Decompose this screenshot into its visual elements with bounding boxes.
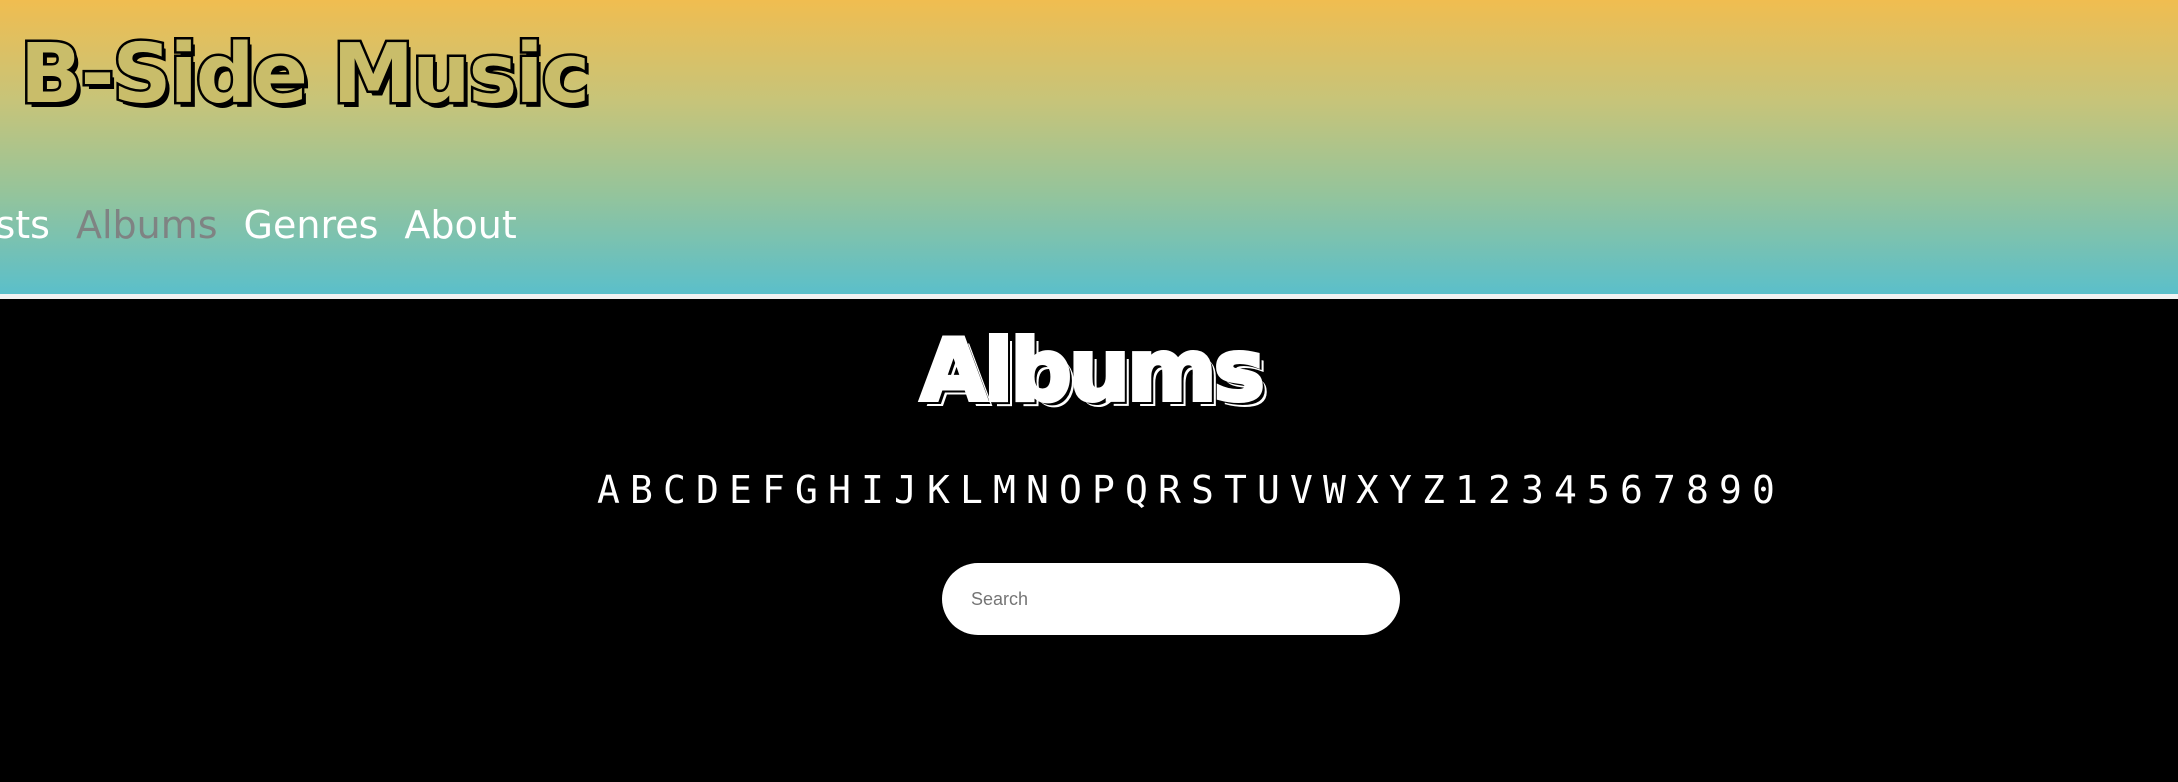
index-letter-q[interactable]: Q [1125, 468, 1148, 514]
index-letter-a[interactable]: A [597, 468, 620, 514]
index-letter-z[interactable]: Z [1422, 468, 1445, 514]
index-letter-2[interactable]: 2 [1488, 468, 1511, 514]
index-letter-t[interactable]: T [1224, 468, 1247, 514]
header-divider [0, 294, 2178, 299]
index-letter-1[interactable]: 1 [1455, 468, 1478, 514]
index-letter-j[interactable]: J [894, 468, 917, 514]
index-letter-u[interactable]: U [1257, 468, 1280, 514]
alphabet-index: ABCDEFGHIJKLMNOPQRSTUVWXYZ1234567890 [597, 468, 1775, 514]
index-letter-r[interactable]: R [1158, 468, 1181, 514]
index-letter-b[interactable]: B [630, 468, 653, 514]
index-letter-m[interactable]: M [993, 468, 1016, 514]
index-letter-5[interactable]: 5 [1587, 468, 1610, 514]
index-letter-9[interactable]: 9 [1719, 468, 1742, 514]
index-letter-7[interactable]: 7 [1653, 468, 1676, 514]
index-letter-d[interactable]: D [696, 468, 719, 514]
nav-item-genres[interactable]: Genres [244, 203, 379, 249]
index-letter-0[interactable]: 0 [1752, 468, 1775, 514]
index-letter-v[interactable]: V [1290, 468, 1313, 514]
index-letter-n[interactable]: N [1026, 468, 1049, 514]
index-letter-s[interactable]: S [1191, 468, 1214, 514]
index-letter-e[interactable]: E [729, 468, 752, 514]
site-header: B-Side Music tists Albums Genres About [0, 0, 2178, 294]
index-letter-c[interactable]: C [663, 468, 686, 514]
site-title[interactable]: B-Side Music [17, 24, 592, 124]
index-letter-6[interactable]: 6 [1620, 468, 1643, 514]
index-letter-f[interactable]: F [762, 468, 785, 514]
page: B-Side Music tists Albums Genres About A… [0, 0, 2178, 782]
index-letter-p[interactable]: P [1092, 468, 1115, 514]
nav-item-albums[interactable]: Albums [76, 203, 218, 249]
nav-item-artists[interactable]: tists [0, 203, 50, 249]
index-letter-h[interactable]: H [828, 468, 851, 514]
index-letter-y[interactable]: Y [1389, 468, 1412, 514]
index-letter-3[interactable]: 3 [1521, 468, 1544, 514]
index-letter-k[interactable]: K [927, 468, 950, 514]
main-nav: tists Albums Genres About [0, 203, 517, 249]
search-input[interactable] [942, 563, 1400, 635]
index-letter-o[interactable]: O [1059, 468, 1082, 514]
index-letter-4[interactable]: 4 [1554, 468, 1577, 514]
page-heading: Albums [918, 319, 1267, 423]
index-letter-i[interactable]: I [861, 468, 884, 514]
index-letter-w[interactable]: W [1323, 468, 1346, 514]
index-letter-x[interactable]: X [1356, 468, 1379, 514]
index-letter-l[interactable]: L [960, 468, 983, 514]
nav-item-about[interactable]: About [404, 203, 516, 249]
index-letter-g[interactable]: G [795, 468, 818, 514]
index-letter-8[interactable]: 8 [1686, 468, 1709, 514]
